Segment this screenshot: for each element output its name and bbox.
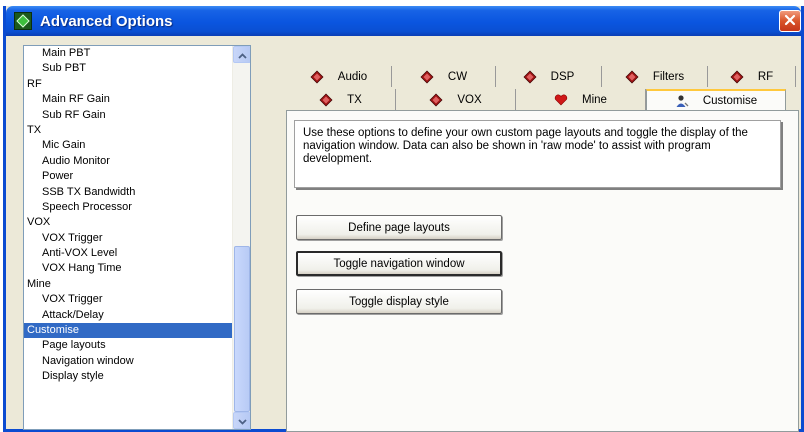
tab-mine[interactable]: Mine	[516, 89, 646, 110]
nav-child-item[interactable]: Attack/Delay	[24, 308, 232, 323]
nav-child-item[interactable]: VOX Trigger	[24, 231, 232, 246]
tab-label: RF	[757, 70, 774, 83]
tab-tx[interactable]: TX	[286, 89, 396, 110]
red-diamond-icon	[523, 70, 537, 84]
nav-group-item[interactable]: Mine	[24, 277, 232, 292]
toggle-display-style-button[interactable]: Toggle display style	[296, 289, 502, 314]
red-diamond-icon	[420, 70, 434, 84]
nav-scrollbar[interactable]	[232, 46, 250, 429]
tab-label: VOX	[457, 93, 482, 106]
nav-child-item[interactable]: SSB TX Bandwidth	[24, 185, 232, 200]
navigation-tree[interactable]: Main PBT Sub PBT RF Main RF Gain Sub RF Gain…	[23, 45, 251, 430]
options-tab-control: Audio CW DSP Filters RF TX VOX Mine Customise U…	[276, 56, 801, 432]
title-bar[interactable]: Advanced Options	[6, 6, 801, 36]
tab-audio[interactable]: Audio	[286, 66, 392, 87]
tab-label: DSP	[550, 70, 575, 83]
nav-child-item[interactable]: Main PBT	[24, 46, 232, 61]
chevron-up-icon	[237, 48, 247, 62]
tab-dsp[interactable]: DSP	[496, 66, 602, 87]
nav-child-item[interactable]: Power	[24, 169, 232, 184]
tab-rf[interactable]: RF	[708, 66, 796, 87]
window-client: Main PBT Sub PBT RF Main RF Gain Sub RF Gain…	[6, 36, 801, 432]
tab-filters[interactable]: Filters	[602, 66, 708, 87]
nav-child-item[interactable]: Page layouts	[24, 338, 232, 353]
customise-panel: Use these options to define your own cus…	[286, 110, 799, 432]
nav-child-item[interactable]: Navigation window	[24, 354, 232, 369]
chevron-down-icon	[237, 414, 247, 428]
tab-row-bottom: TX VOX Mine Customise	[286, 89, 786, 110]
nav-child-item[interactable]: Display style	[24, 369, 232, 384]
advanced-options-window: Advanced Options Main PBT Sub PBT RF Main R…	[3, 6, 804, 432]
nav-group-item[interactable]: TX	[24, 123, 232, 138]
description-box: Use these options to define your own cus…	[294, 120, 781, 188]
tab-customise[interactable]: Customise	[646, 89, 786, 110]
tab-label: Customise	[702, 94, 758, 107]
tab-row-top: Audio CW DSP Filters RF	[286, 66, 796, 87]
red-diamond-icon	[310, 70, 324, 84]
toggle-navigation-window-button[interactable]: Toggle navigation window	[296, 251, 502, 276]
red-diamond-icon	[730, 70, 744, 84]
red-diamond-icon	[319, 93, 333, 107]
heart-icon	[554, 94, 568, 106]
tab-label: TX	[347, 93, 362, 106]
nav-group-item[interactable]: RF	[24, 77, 232, 92]
close-button[interactable]	[779, 10, 801, 32]
nav-child-item[interactable]: Mic Gain	[24, 138, 232, 153]
nav-child-item[interactable]: Sub PBT	[24, 61, 232, 76]
tab-cw[interactable]: CW	[392, 66, 496, 87]
window-title: Advanced Options	[40, 12, 173, 30]
scroll-up-button[interactable]	[233, 46, 250, 63]
scroll-thumb[interactable]	[234, 246, 250, 412]
nav-child-item[interactable]: Main RF Gain	[24, 92, 232, 107]
close-icon	[784, 14, 796, 29]
nav-child-item[interactable]: VOX Hang Time	[24, 261, 232, 276]
nav-child-item[interactable]: Sub RF Gain	[24, 108, 232, 123]
tab-label: Filters	[652, 70, 685, 83]
nav-group-item[interactable]: Customise	[24, 323, 232, 339]
tab-label: CW	[447, 70, 468, 83]
nav-child-item[interactable]: VOX Trigger	[24, 292, 232, 307]
tab-label: Audio	[337, 70, 368, 83]
nav-child-item[interactable]: Anti-VOX Level	[24, 246, 232, 261]
nav-group-item[interactable]: VOX	[24, 215, 232, 230]
define-page-layouts-button[interactable]: Define page layouts	[296, 215, 502, 240]
red-diamond-icon	[429, 93, 443, 107]
nav-child-item[interactable]: Speech Processor	[24, 200, 232, 215]
nav-child-item[interactable]: Audio Monitor	[24, 154, 232, 169]
red-diamond-icon	[625, 70, 639, 84]
tab-label: Mine	[582, 93, 607, 106]
user-icon	[675, 94, 689, 108]
app-diamond-icon	[14, 12, 32, 30]
tab-vox[interactable]: VOX	[396, 89, 516, 110]
scroll-down-button[interactable]	[233, 412, 250, 429]
navigation-list: Main PBT Sub PBT RF Main RF Gain Sub RF Gain…	[24, 46, 232, 385]
